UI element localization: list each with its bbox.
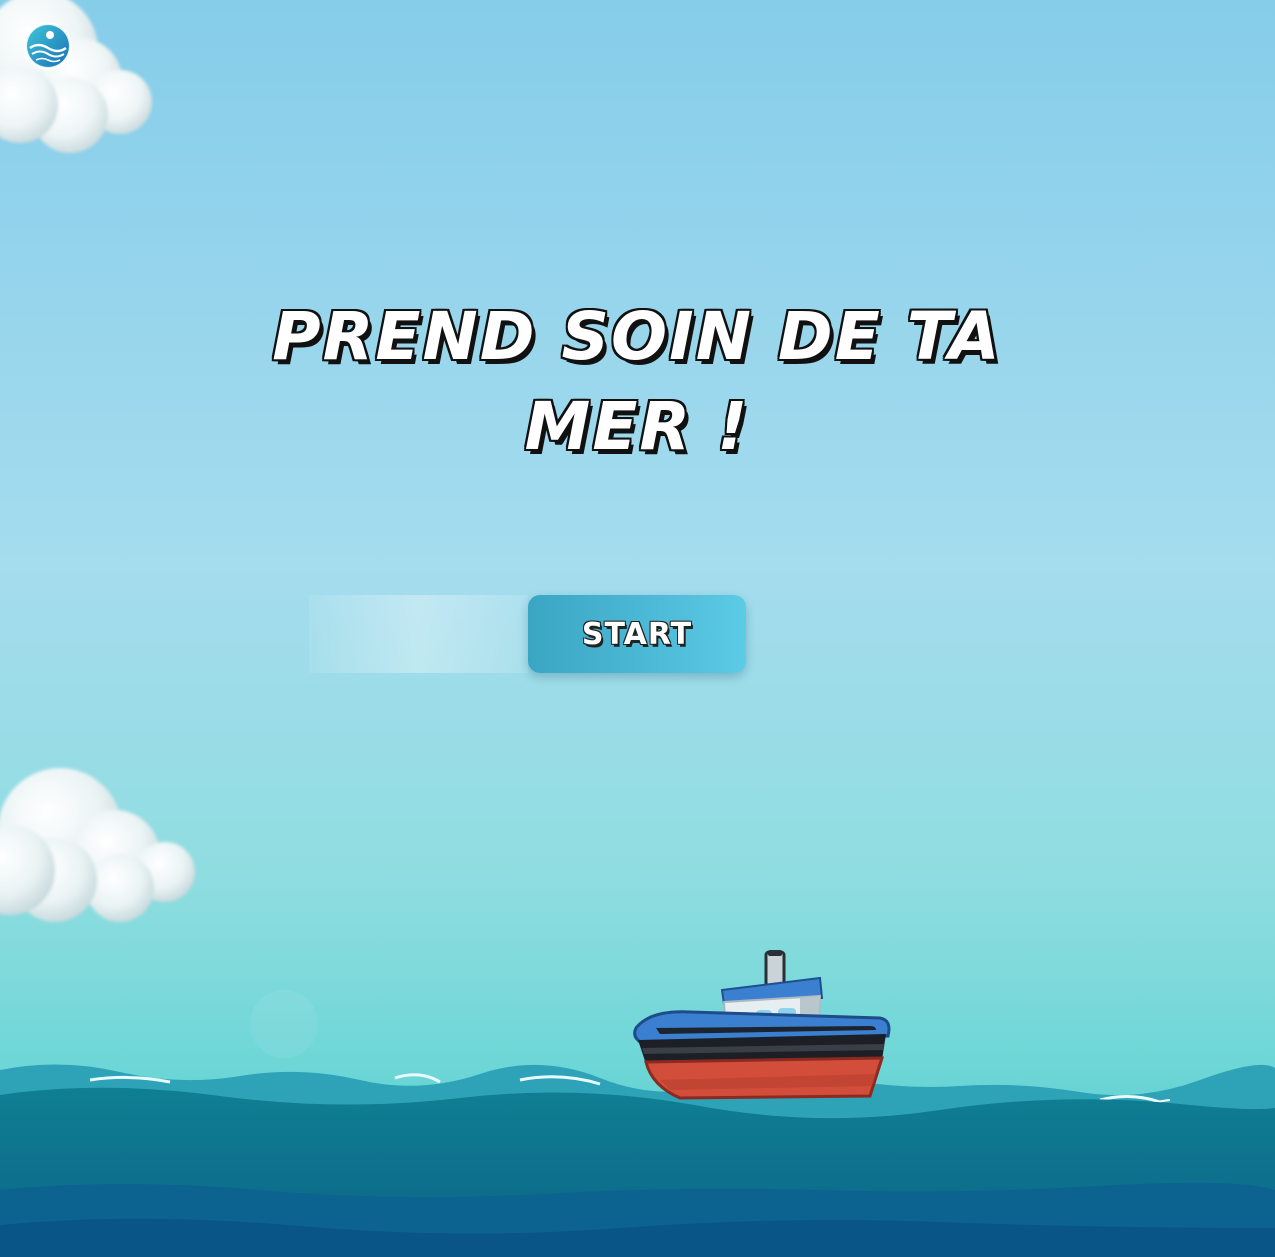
boat-icon: [633, 950, 891, 1100]
title-line-1: PREND SOIN DE TA: [272, 298, 1002, 375]
cloud-icon: [0, 0, 152, 153]
ocean-wave-logo-icon[interactable]: [24, 22, 72, 70]
cloud-icon: [0, 768, 195, 922]
player-name-input[interactable]: [309, 595, 528, 673]
game-title: PREND SOIN DE TA MER !: [237, 292, 1037, 472]
start-button[interactable]: START: [528, 595, 746, 673]
game-scene: PREND SOIN DE TA MER ! START: [0, 0, 1275, 1257]
title-line-2: MER !: [524, 388, 750, 465]
